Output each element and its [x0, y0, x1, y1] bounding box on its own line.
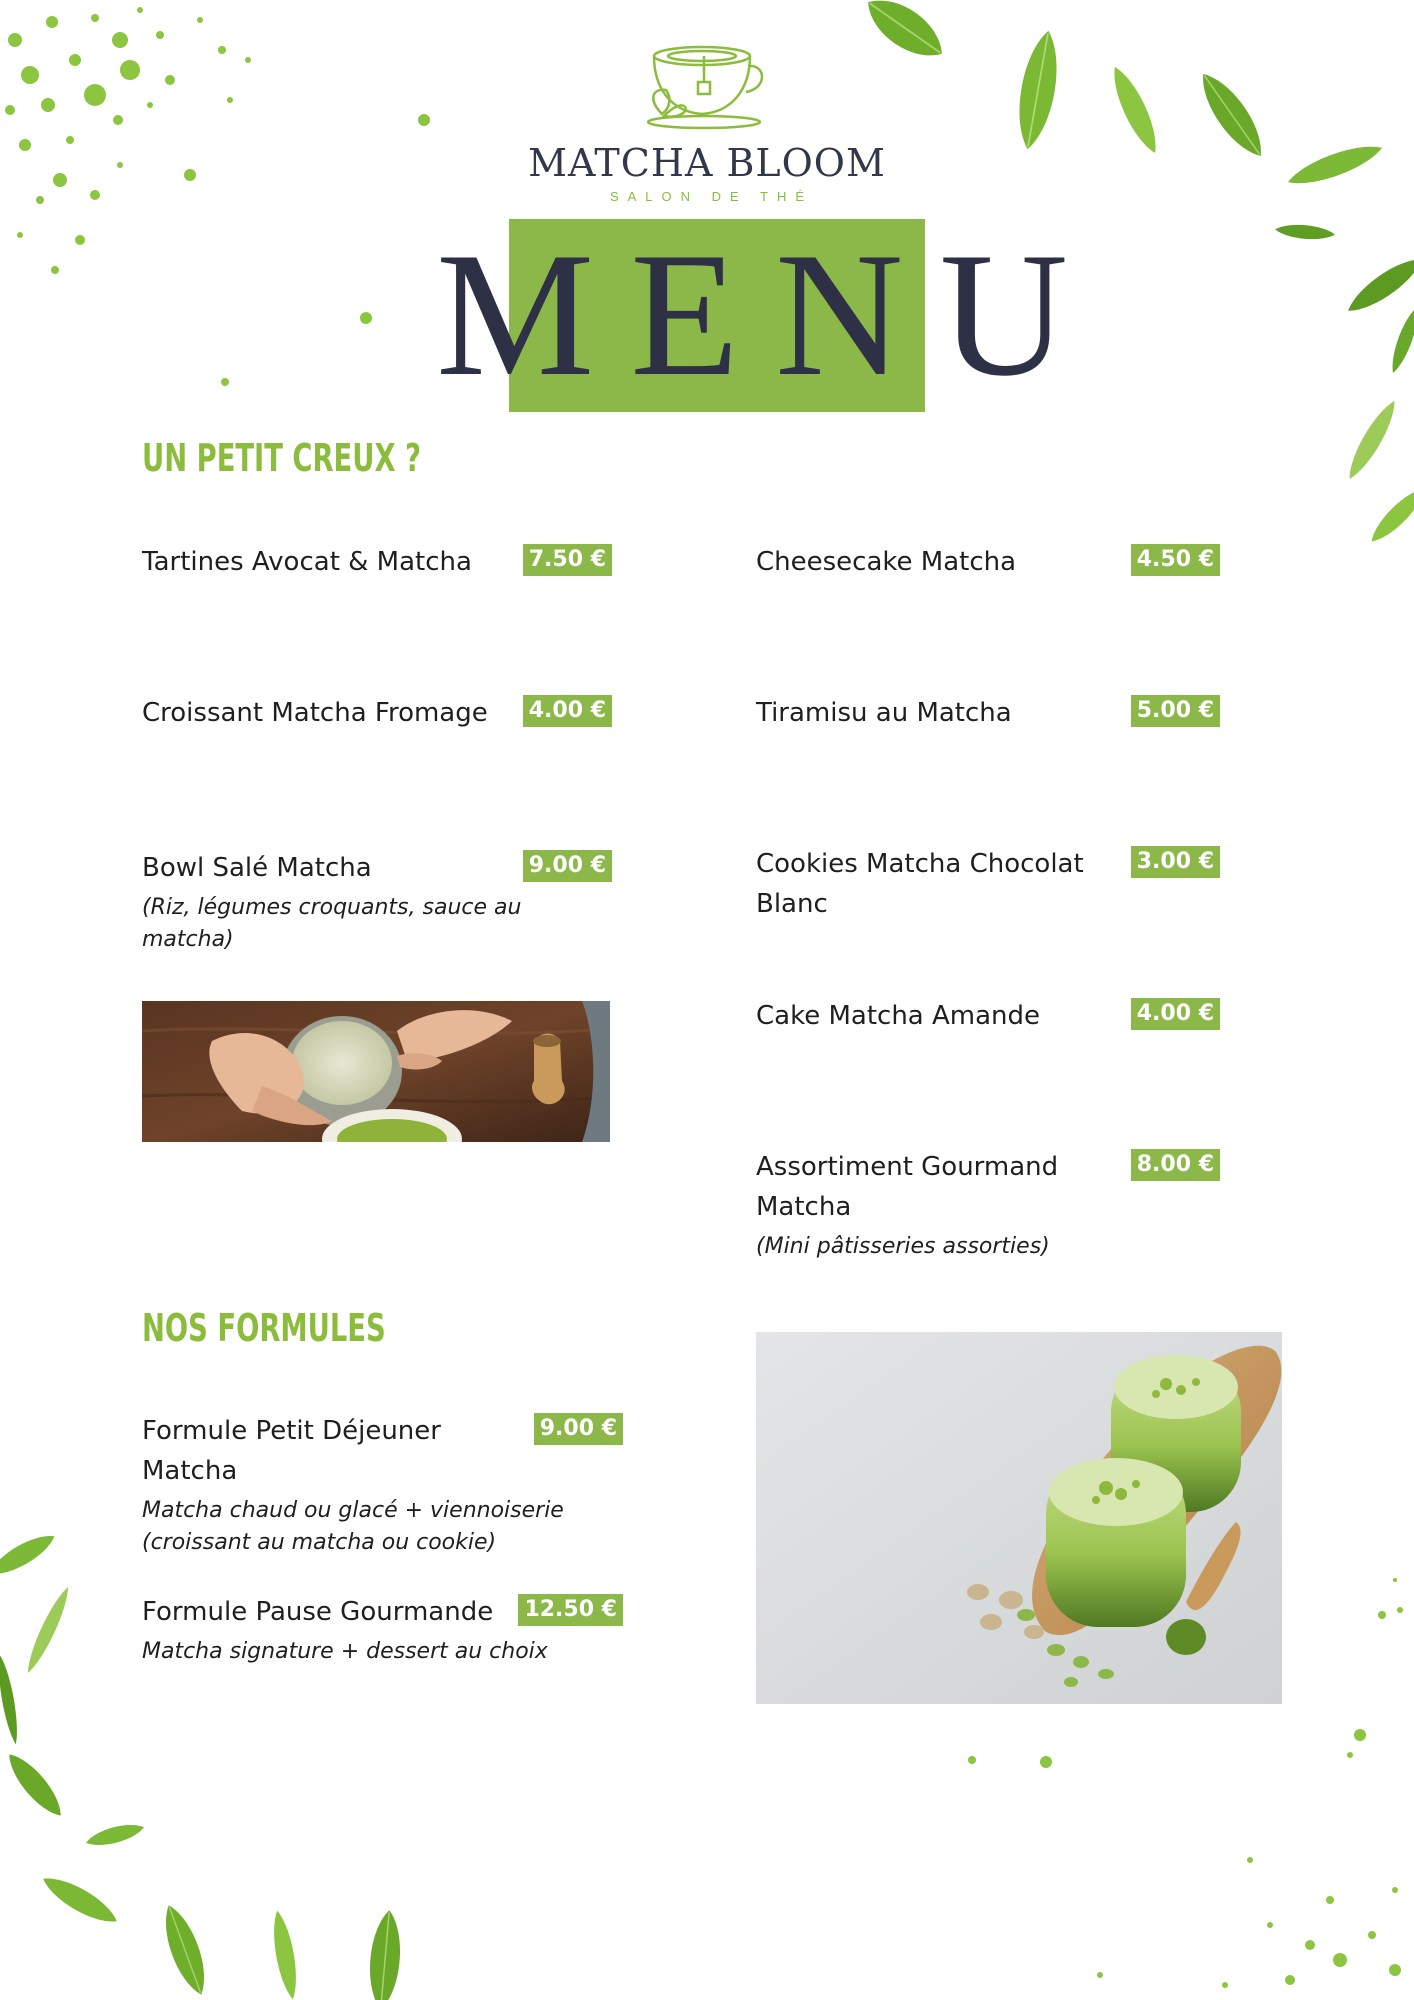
item-description: (Mini pâtisseries assorties)	[756, 1234, 1050, 1259]
menu-item: Cookies Matcha Chocolat Blanc 3.00 €	[756, 844, 1220, 924]
brand-tagline: SALON DE THÉ	[609, 189, 814, 204]
item-description: (Riz, légumes croquants, sauce au matcha…	[142, 895, 522, 952]
price-badge: 9.00 €	[533, 1413, 623, 1445]
menu-item: Tartines Avocat & Matcha 7.50 €	[142, 542, 612, 582]
section-title-snacks: UN PETIT CREUX ?	[142, 436, 421, 480]
price-badge: 4.50 €	[1130, 544, 1220, 576]
price-badge: 3.00 €	[1130, 846, 1220, 878]
brand-name: MATCHA BLOOM	[528, 141, 886, 185]
menu-item: Croissant Matcha Fromage 4.00 €	[142, 693, 612, 733]
menu-item: Cake Matcha Amande 4.00 €	[756, 996, 1220, 1036]
teacup-logo-icon	[646, 45, 764, 130]
formula-item: Formule Petit Déjeuner Matcha 9.00 € Mat…	[142, 1411, 623, 1559]
price-badge: 5.00 €	[1130, 695, 1220, 727]
formula-item: Formule Pause Gourmande 12.50 € Matcha s…	[142, 1592, 623, 1668]
menu-item: Assortiment Gourmand Matcha 8.00 € (Mini…	[756, 1147, 1220, 1263]
price-badge: 7.50 €	[522, 544, 612, 576]
price-badge: 4.00 €	[522, 695, 612, 727]
photo-hands-matcha	[142, 1001, 610, 1142]
section-title-formulas: NOS FORMULES	[142, 1306, 386, 1350]
price-badge: 4.00 €	[1130, 998, 1220, 1030]
menu-item: Bowl Salé Matcha 9.00 € (Riz, légumes cr…	[142, 848, 612, 956]
price-badge: 12.50 €	[518, 1594, 623, 1626]
menu-page: MATCHA BLOOM SALON DE THÉ MENU UN PETIT …	[0, 0, 1414, 2000]
price-badge: 8.00 €	[1130, 1149, 1220, 1181]
brand-logo: MATCHA BLOOM SALON DE THÉ	[500, 44, 914, 204]
menu-title: MENU	[436, 215, 1105, 413]
photo-iced-matcha	[756, 1332, 1282, 1704]
item-description: Matcha chaud ou glacé + viennoiserie (cr…	[142, 1498, 564, 1555]
item-description: Matcha signature + dessert au choix	[142, 1639, 548, 1664]
menu-item: Cheesecake Matcha 4.50 €	[756, 542, 1220, 582]
price-badge: 9.00 €	[522, 850, 612, 882]
menu-item: Tiramisu au Matcha 5.00 €	[756, 693, 1220, 733]
